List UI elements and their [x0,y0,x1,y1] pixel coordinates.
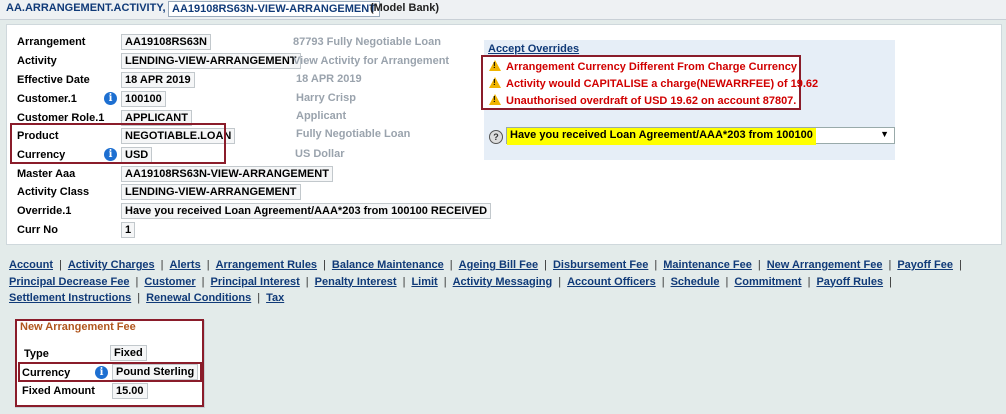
master-aaa-value[interactable]: AA19108RS63N-VIEW-ARRANGEMENT [121,166,333,182]
activity-enrichment: View Activity for Arrangement [293,55,450,67]
tab-alerts[interactable]: Alerts [170,259,201,271]
fee-type-value[interactable]: Fixed [110,345,147,361]
tab-activity-charges[interactable]: Activity Charges [68,259,155,271]
tab-balance-maintenance[interactable]: Balance Maintenance [332,259,444,271]
tab-new-arrangement-fee[interactable]: New Arrangement Fee [767,259,883,271]
activity-label: Activity [17,55,57,67]
activity-class-label: Activity Class [17,186,90,198]
customer1-label: Customer.1 [17,93,77,105]
tab-disbursement-fee[interactable]: Disbursement Fee [553,259,648,271]
effective-date-label: Effective Date [17,74,90,86]
tab-payoff-rules[interactable]: Payoff Rules [816,276,883,288]
arrangement-label: Arrangement [17,36,86,48]
transaction-id[interactable]: AA19108RS63N-VIEW-ARRANGEMENT [168,1,380,17]
warning-icon: ! [489,60,501,71]
accept-overrides-link[interactable]: Accept Overrides [488,43,579,55]
tab-arrangement-rules[interactable]: Arrangement Rules [216,259,317,271]
tab-account[interactable]: Account [9,259,53,271]
warning-icon: ! [489,94,501,105]
override-warning: ! Activity would CAPITALISE a charge(NEWA… [489,77,818,90]
override-warning: ! Arrangement Currency Different From Cha… [489,60,797,73]
override-warning: ! Unauthorised overdraft of USD 19.62 on … [489,94,796,107]
effective-date-enrichment: 18 APR 2019 [296,73,362,85]
arrangement-panel: Arrangement AA19108RS63N 87793 Fully Neg… [6,24,1002,245]
currency-enrichment: US Dollar [295,148,345,160]
tab-principal-interest[interactable]: Principal Interest [211,276,300,288]
fixed-amount-label: Fixed Amount [22,385,95,397]
warning-icon: ! [489,77,501,88]
fixed-amount-value[interactable]: 15.00 [112,383,148,399]
question-icon: ? [489,130,503,144]
overrides-area: Accept Overrides ! Arrangement Currency D… [481,40,895,160]
customer1-info-icon[interactable]: i [104,92,117,105]
override-answer-select[interactable]: Have you received Loan Agreement/AAA*203… [506,127,895,145]
tab-schedule[interactable]: Schedule [671,276,720,288]
customer1-value[interactable]: 100100 [121,91,166,107]
product-currency-highlight [10,123,226,164]
customer-role1-enrichment: Applicant [296,110,347,122]
customer1-enrichment: Harry Crisp [296,92,356,104]
title-bar: AA.ARRANGEMENT.ACTIVITY, AA19108RS63N-VI… [0,0,1006,20]
fee-currency-highlight [18,362,202,382]
tab-tax[interactable]: Tax [266,292,284,304]
effective-date-value[interactable]: 18 APR 2019 [121,72,195,88]
tab-limit[interactable]: Limit [411,276,437,288]
arrangement-value[interactable]: AA19108RS63N [121,34,211,50]
tab-links: Account | Activity Charges | Alerts | Arrangem… [9,259,962,304]
tab-penalty-interest[interactable]: Penalty Interest [315,276,397,288]
activity-value[interactable]: LENDING-VIEW-ARRANGEMENT [121,53,301,69]
tab-renewal-conditions[interactable]: Renewal Conditions [146,292,251,304]
override1-label: Override.1 [17,205,72,217]
fee-type-label: Type [24,348,49,360]
master-aaa-label: Master Aaa [17,168,76,180]
app-name: AA.ARRANGEMENT.ACTIVITY, [6,2,166,14]
tab-account-officers[interactable]: Account Officers [567,276,656,288]
curr-no-value[interactable]: 1 [121,222,136,238]
override1-value[interactable]: Have you received Loan Agreement/AAA*203… [121,203,492,219]
tab-customer[interactable]: Customer [144,276,195,288]
tab-maintenance-fee[interactable]: Maintenance Fee [663,259,752,271]
company-name: (Model Bank) [370,2,440,14]
arrangement-enrichment: 87793 Fully Negotiable Loan [293,36,441,48]
activity-class-value[interactable]: LENDING-VIEW-ARRANGEMENT [121,184,301,200]
tab-payoff-fee[interactable]: Payoff Fee [897,259,953,271]
override-question: Have you received Loan Agreement/AAA*203… [507,128,816,145]
tab-ageing-bill-fee[interactable]: Ageing Bill Fee [459,259,538,271]
tab-activity-messaging[interactable]: Activity Messaging [453,276,553,288]
tab-principal-decrease-fee[interactable]: Principal Decrease Fee [9,276,129,288]
chevron-down-icon[interactable]: ▼ [880,129,889,139]
tab-settlement-instructions[interactable]: Settlement Instructions [9,292,131,304]
tab-commitment[interactable]: Commitment [734,276,801,288]
curr-no-label: Curr No [17,224,58,236]
product-enrichment: Fully Negotiable Loan [296,128,411,140]
